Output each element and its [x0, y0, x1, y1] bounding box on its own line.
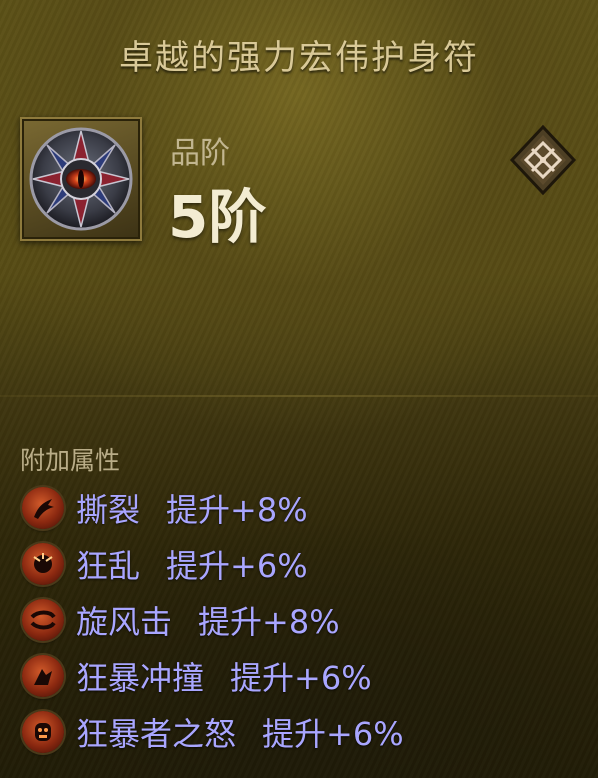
affix-header: 附加属性 [20, 446, 121, 475]
affix-name: 撕裂 [76, 491, 141, 529]
item-name: 卓越的强力宏伟护身符 [119, 38, 479, 78]
affix-name: 狂乱 [76, 547, 141, 585]
rend-skill-icon [22, 487, 64, 529]
affix-row: 旋风击 提升+8% [22, 598, 340, 642]
affix-value: 提升+6% [166, 547, 308, 585]
affix-name: 旋风击 [76, 603, 173, 641]
item-icon-frame[interactable] [20, 117, 142, 241]
affix-name: 狂暴冲撞 [76, 659, 205, 697]
affix-value: 提升+6% [230, 659, 372, 697]
berserker-rage-skill-icon [22, 711, 64, 753]
grade-value: 5阶 [168, 183, 267, 251]
affix-row: 狂暴者之怒 提升+6% [22, 710, 404, 754]
rushing-charge-skill-icon [22, 655, 64, 697]
amulet-icon [29, 127, 133, 231]
affix-row: 狂暴冲撞 提升+6% [22, 654, 372, 698]
affix-value: 提升+8% [166, 491, 308, 529]
affix-row: 狂乱 提升+6% [22, 542, 308, 586]
item-tooltip: 卓越的强力宏伟护身符 品阶 5阶 附加属性 撕裂 提升+8% 狂乱 提升+6% … [0, 0, 598, 778]
affix-row: 撕裂 提升+8% [22, 486, 308, 530]
affix-value: 提升+6% [262, 715, 404, 753]
whirlwind-skill-icon [22, 599, 64, 641]
frenzy-skill-icon [22, 543, 64, 585]
affix-name: 狂暴者之怒 [76, 715, 237, 753]
affix-value: 提升+8% [198, 603, 340, 641]
grade-label: 品阶 [170, 136, 230, 171]
diamond-sigil-icon[interactable] [508, 123, 578, 197]
section-divider [0, 395, 598, 397]
